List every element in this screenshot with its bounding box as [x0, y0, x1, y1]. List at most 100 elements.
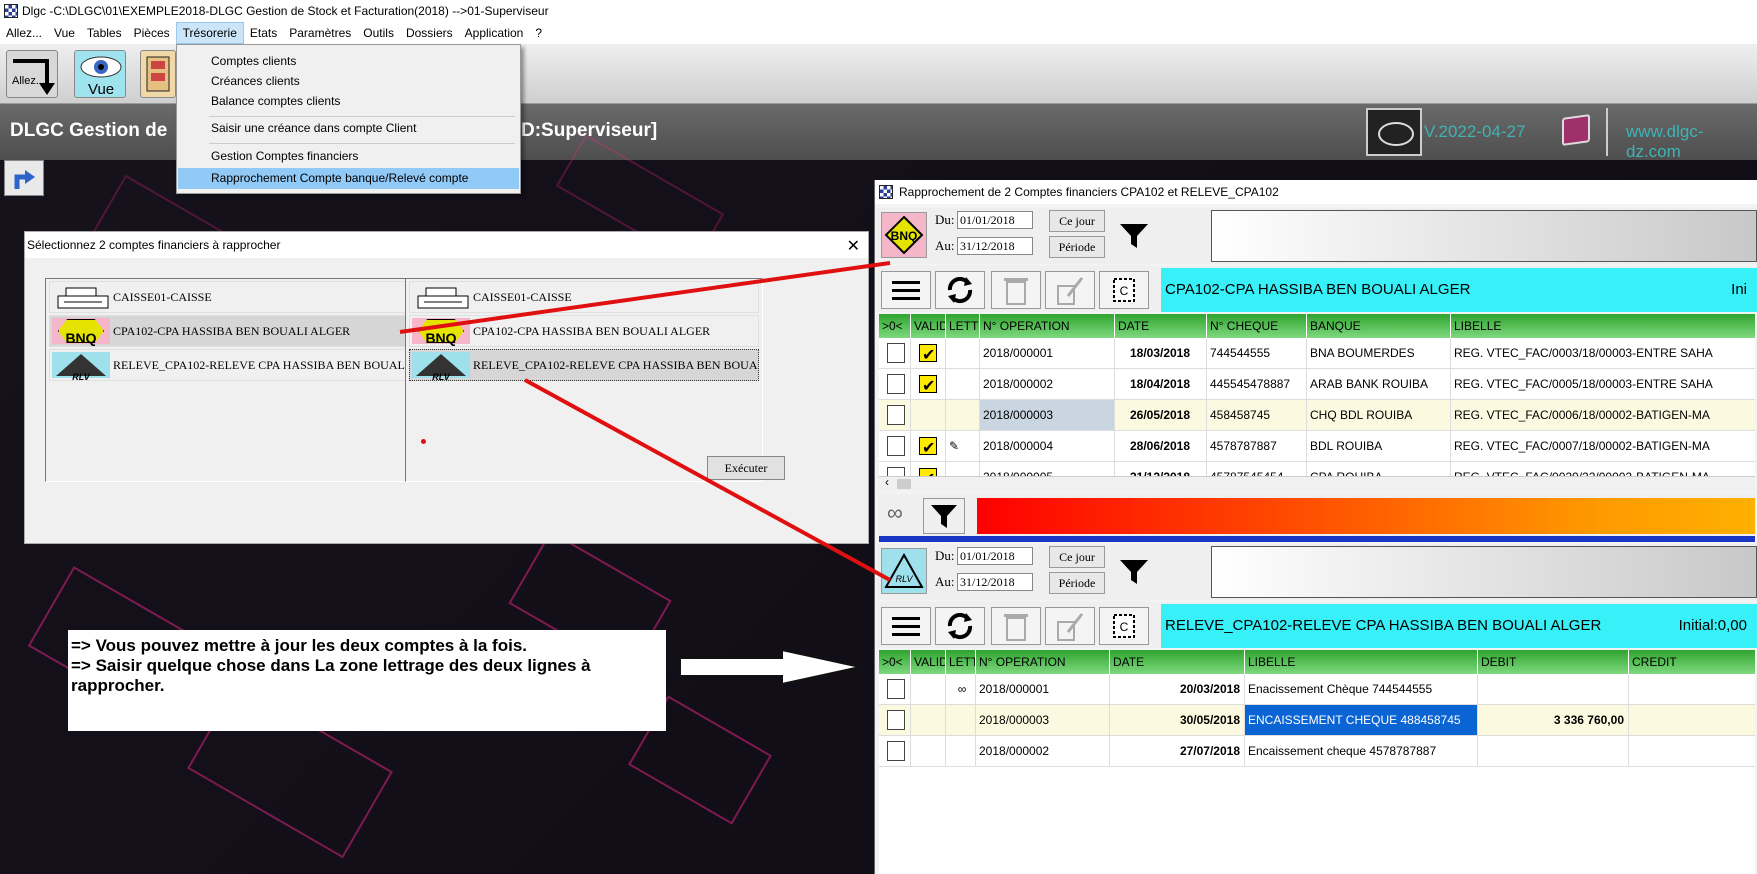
banque-cell[interactable]: ARAB BANK ROUIBA [1307, 369, 1451, 399]
select-checkbox-cell[interactable] [879, 736, 911, 766]
valid-cell[interactable] [911, 674, 946, 704]
date-cell[interactable]: 20/03/2018 [1110, 674, 1245, 704]
lettrage-cell[interactable] [946, 705, 976, 735]
select-checkbox-cell[interactable] [879, 400, 911, 430]
col-header[interactable]: >0< [879, 314, 911, 338]
libelle-cell[interactable]: REG. VTEC_FAC/0007/18/00002-BATIGEN-MA [1451, 431, 1755, 461]
filter-icon[interactable] [1119, 222, 1149, 250]
libelle-cell[interactable]: REG. VTEC_FAC/0020/22/00002-BATIGEN-MA [1451, 462, 1755, 476]
website-link[interactable]: www.dlgc-dz.com [1626, 122, 1757, 162]
ce-jour-button[interactable]: Ce jour [1049, 210, 1105, 232]
lettrage-cell[interactable] [946, 736, 976, 766]
date-cell[interactable]: 18/04/2018 [1115, 369, 1207, 399]
col-header[interactable]: CREDIT [1629, 650, 1755, 674]
col-header[interactable]: DATE [1115, 314, 1207, 338]
lettrage-cell[interactable]: ✎ [946, 431, 980, 461]
menu-pieces[interactable]: Pièces [128, 22, 176, 44]
select-checkbox-cell[interactable] [879, 462, 911, 476]
libelle-cell[interactable]: Encaissement cheque 4578787887 [1245, 736, 1478, 766]
checkbox[interactable] [887, 467, 905, 476]
table-row[interactable]: 2018/000002 27/07/2018 Encaissement cheque… [879, 736, 1755, 767]
operation-cell[interactable]: 2018/000002 [976, 736, 1110, 766]
back-button[interactable] [4, 160, 44, 196]
vue-button[interactable]: Vue [74, 50, 126, 98]
libelle-cell[interactable]: ENCAISSEMENT CHEQUE 488458745 [1245, 705, 1478, 735]
checkbox[interactable] [887, 374, 905, 394]
du-date-input[interactable]: 01/01/2018 [957, 211, 1033, 229]
valid-cell[interactable] [911, 338, 946, 368]
col-header[interactable]: N° OPERATION [980, 314, 1115, 338]
edit-icon[interactable] [1045, 271, 1095, 309]
menu-dossiers[interactable]: Dossiers [400, 22, 459, 44]
date-cell[interactable]: 27/07/2018 [1110, 736, 1245, 766]
date-cell[interactable]: 30/05/2018 [1110, 705, 1245, 735]
menu-tresorerie[interactable]: Trésorerie [175, 22, 244, 44]
allez-button[interactable]: Allez... [6, 50, 58, 98]
menuitem-balance-comptes[interactable]: Balance comptes clients [178, 91, 519, 112]
cheque-cell[interactable]: 45787545454 [1207, 462, 1307, 476]
lettrage-cell[interactable] [946, 400, 980, 430]
cheque-cell[interactable]: 458458745 [1207, 400, 1307, 430]
right-account-list[interactable]: CAISSE01-CAISSE BNQ CPA102-CPA HASSIBA B… [405, 278, 763, 482]
menu-parametres[interactable]: Paramètres [283, 22, 357, 44]
list-item[interactable]: CAISSE01-CAISSE [409, 281, 759, 313]
col-header[interactable]: >0< [879, 650, 911, 674]
credit-cell[interactable] [1629, 674, 1755, 704]
trash-icon[interactable] [991, 607, 1041, 645]
operation-cell[interactable]: 2018/000001 [980, 338, 1115, 368]
table-row[interactable]: ✎2018/00000428/06/20184578787887BDL ROUI… [879, 431, 1755, 462]
table-row[interactable]: 2018/000003 26/05/2018 458458745 CHQ BDL RO… [879, 400, 1755, 431]
col-header[interactable]: VALID [911, 650, 946, 674]
checkbox[interactable] [887, 436, 905, 456]
operation-cell[interactable]: 2018/000004 [980, 431, 1115, 461]
valid-cell[interactable] [911, 431, 946, 461]
libelle-cell[interactable]: REG. VTEC_FAC/0005/18/00003-ENTRE SAHA [1451, 369, 1755, 399]
col-header[interactable]: N° OPERATION [976, 650, 1110, 674]
filter-icon[interactable] [1119, 558, 1149, 586]
menuitem-saisir-creance[interactable]: Saisir une créance dans compte Client [178, 118, 519, 139]
select-checkbox-cell[interactable] [879, 705, 911, 735]
operation-cell[interactable]: 2018/000002 [980, 369, 1115, 399]
monitor-icon[interactable] [1366, 108, 1422, 156]
menuitem-rapprochement[interactable]: Rapprochement Compte banque/Relevé compt… [178, 168, 519, 189]
col-header[interactable]: LETT [946, 650, 976, 674]
table-row[interactable]: 2018/00000218/04/2018445545478887ARAB BA… [879, 369, 1755, 400]
col-header[interactable]: LETT [946, 314, 980, 338]
periode-button[interactable]: Période [1049, 572, 1105, 594]
banque-cell[interactable]: CHQ BDL ROUIBA [1307, 400, 1451, 430]
debit-cell[interactable] [1478, 674, 1629, 704]
libelle-cell[interactable]: REG. VTEC_FAC/0006/18/00002-BATIGEN-MA [1451, 400, 1755, 430]
valid-cell[interactable] [911, 736, 946, 766]
table-row[interactable]: 2018/00000531/12/201845787545454CPA ROUI… [879, 462, 1755, 476]
col-header[interactable]: DATE [1110, 650, 1245, 674]
periode-button[interactable]: Période [1049, 236, 1105, 258]
date-cell[interactable]: 31/12/2018 [1115, 462, 1207, 476]
filter-icon[interactable] [923, 498, 965, 534]
operation-cell[interactable]: 2018/000003 [976, 705, 1110, 735]
credit-cell[interactable] [1629, 736, 1755, 766]
operation-cell[interactable]: 2018/000005 [980, 462, 1115, 476]
refresh-icon[interactable] [935, 607, 985, 645]
au-date-input[interactable]: 31/12/2018 [957, 573, 1033, 591]
col-header[interactable]: LIBELLE [1451, 314, 1755, 338]
valid-cell[interactable] [911, 369, 946, 399]
lettrage-cell[interactable] [946, 338, 980, 368]
checkbox[interactable] [887, 679, 905, 699]
banque-cell[interactable]: CPA ROUIBA [1307, 462, 1451, 476]
close-icon[interactable]: ✕ [847, 236, 860, 256]
lettrage-cell[interactable] [946, 462, 980, 476]
menu-icon[interactable] [881, 607, 931, 645]
debit-cell[interactable]: 3 336 760,00 [1478, 705, 1629, 735]
menu-icon[interactable] [881, 271, 931, 309]
menuitem-gestion-comptes-financiers[interactable]: Gestion Comptes financiers [178, 146, 519, 167]
du-date-input[interactable]: 01/01/2018 [957, 547, 1033, 565]
menu-help[interactable]: ? [529, 22, 548, 44]
lettrage-cell[interactable] [946, 369, 980, 399]
date-cell[interactable]: 18/03/2018 [1115, 338, 1207, 368]
help-book-icon[interactable] [1562, 114, 1590, 146]
checkbox[interactable] [887, 710, 905, 730]
menu-tables[interactable]: Tables [81, 22, 128, 44]
banque-cell[interactable]: BNA BOUMERDES [1307, 338, 1451, 368]
menu-etats[interactable]: Etats [244, 22, 283, 44]
menuitem-creances-clients[interactable]: Créances clients [178, 71, 519, 92]
